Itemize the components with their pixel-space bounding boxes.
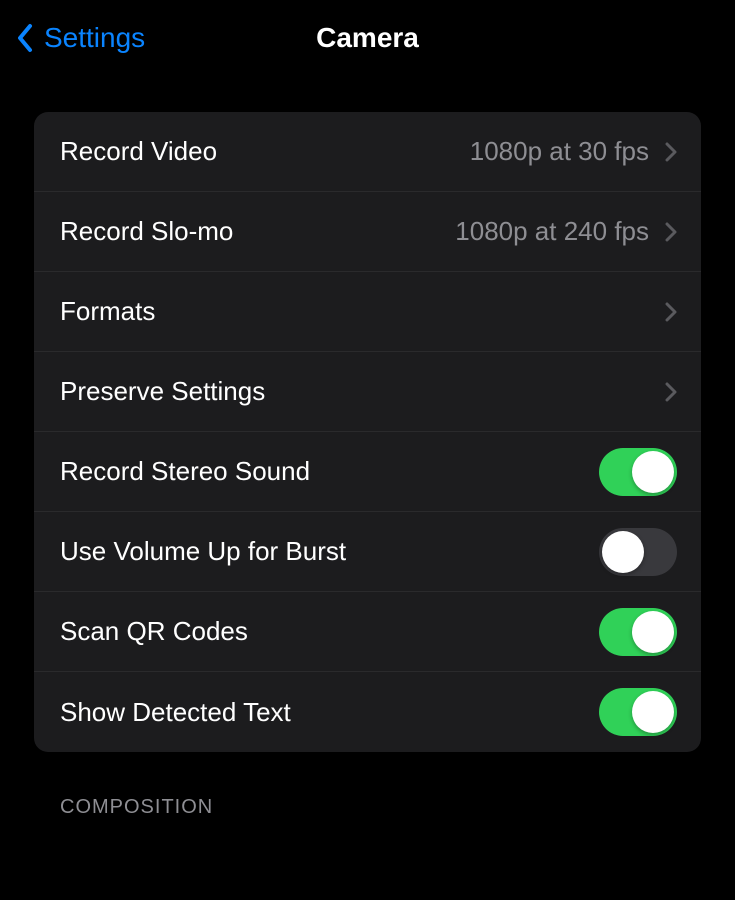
row-label: Formats bbox=[60, 296, 665, 327]
row-label: Record Video bbox=[60, 136, 470, 167]
row-label: Use Volume Up for Burst bbox=[60, 536, 599, 567]
back-button[interactable]: Settings bbox=[16, 22, 145, 54]
row-record-video[interactable]: Record Video 1080p at 30 fps bbox=[34, 112, 701, 192]
chevron-right-icon bbox=[665, 302, 677, 322]
row-preserve-settings[interactable]: Preserve Settings bbox=[34, 352, 701, 432]
toggle-volume-up-burst[interactable] bbox=[599, 528, 677, 576]
section-header-composition: COMPOSITION bbox=[60, 796, 701, 819]
row-formats[interactable]: Formats bbox=[34, 272, 701, 352]
toggle-scan-qr-codes[interactable] bbox=[599, 608, 677, 656]
toggle-show-detected-text[interactable] bbox=[599, 688, 677, 736]
toggle-knob bbox=[602, 531, 644, 573]
chevron-right-icon bbox=[665, 382, 677, 402]
row-show-detected-text: Show Detected Text bbox=[34, 672, 701, 752]
row-value: 1080p at 240 fps bbox=[455, 216, 649, 247]
row-record-slomo[interactable]: Record Slo-mo 1080p at 240 fps bbox=[34, 192, 701, 272]
row-label: Scan QR Codes bbox=[60, 616, 599, 647]
toggle-record-stereo-sound[interactable] bbox=[599, 448, 677, 496]
toggle-knob bbox=[632, 611, 674, 653]
row-value: 1080p at 30 fps bbox=[470, 136, 649, 167]
toggle-knob bbox=[632, 451, 674, 493]
toggle-knob bbox=[632, 691, 674, 733]
row-label: Record Stereo Sound bbox=[60, 456, 599, 487]
chevron-right-icon bbox=[665, 222, 677, 242]
row-label: Record Slo-mo bbox=[60, 216, 455, 247]
back-label: Settings bbox=[44, 22, 145, 54]
row-record-stereo-sound: Record Stereo Sound bbox=[34, 432, 701, 512]
row-scan-qr-codes: Scan QR Codes bbox=[34, 592, 701, 672]
row-label: Preserve Settings bbox=[60, 376, 665, 407]
row-volume-up-burst: Use Volume Up for Burst bbox=[34, 512, 701, 592]
chevron-right-icon bbox=[665, 142, 677, 162]
header: Settings Camera bbox=[0, 0, 735, 84]
row-label: Show Detected Text bbox=[60, 697, 599, 728]
settings-group: Record Video 1080p at 30 fps Record Slo-… bbox=[34, 112, 701, 752]
chevron-left-icon bbox=[16, 23, 34, 53]
